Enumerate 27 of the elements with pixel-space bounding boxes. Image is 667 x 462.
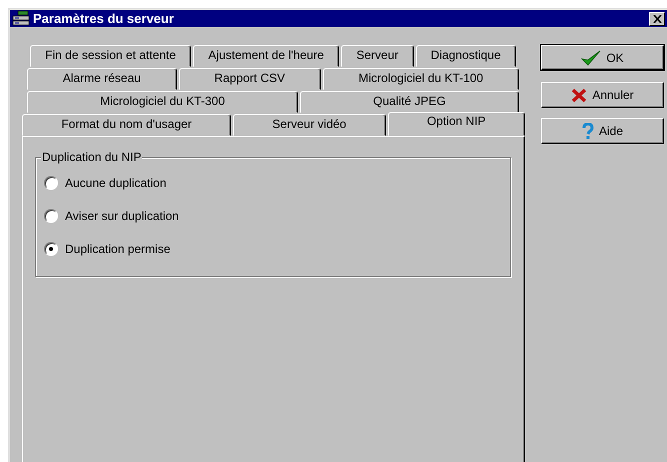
cross-icon [571,88,588,102]
tab[interactable]: Micrologiciel du KT-300 [27,91,298,113]
tab[interactable]: Ajustement de l'heure [193,45,340,67]
radio-label: Aviser sur duplication [65,208,179,222]
close-button[interactable] [649,12,665,26]
tab[interactable]: Serveur [341,45,414,67]
radio-button[interactable] [44,242,58,256]
close-icon [652,14,662,22]
radio-label: Duplication permise [65,242,170,256]
tab[interactable]: Micrologiciel du KT-100 [322,68,519,90]
help-button[interactable]: Aide [541,118,664,144]
tab[interactable]: Format du nom d'usager [22,114,231,136]
ok-button[interactable]: OK [541,45,664,70]
cancel-button[interactable]: Annuler [541,82,664,108]
tab[interactable]: Alarme réseau [27,68,177,90]
group-title: Duplication du NIP [41,150,142,164]
radio-button[interactable] [44,208,58,222]
tab[interactable]: Fin de session et attente [30,45,192,67]
checkmark-icon [581,50,602,66]
tab[interactable]: Diagnostique [416,45,516,67]
tab[interactable]: Option NIP [388,112,525,136]
window-title: Paramètres du serveur [33,11,175,26]
question-mark-icon [582,122,594,140]
radio-label: Aucune duplication [65,176,166,190]
tab[interactable]: Serveur vidéo [232,114,386,136]
tab[interactable]: Rapport CSV [178,68,321,90]
radio-button[interactable] [44,176,58,190]
